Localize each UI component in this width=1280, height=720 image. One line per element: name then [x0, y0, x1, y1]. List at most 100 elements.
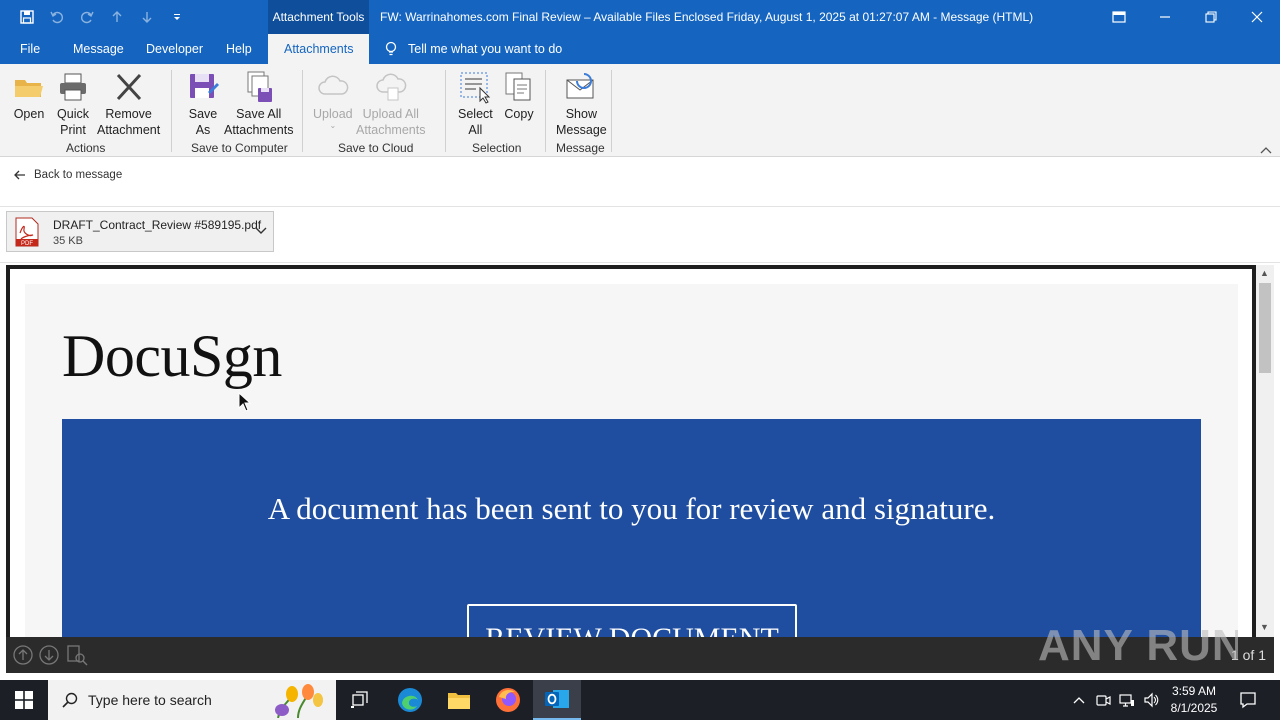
review-document-button[interactable]: REVIEW DOCUMENT: [467, 604, 797, 637]
notifications-icon[interactable]: [1236, 680, 1260, 720]
customize-toolbar-icon[interactable]: [164, 6, 190, 28]
group-separator: [445, 70, 446, 152]
previous-page-icon[interactable]: [12, 644, 34, 666]
envelope-icon: [566, 73, 594, 99]
restore-button[interactable]: [1188, 0, 1234, 34]
tab-developer[interactable]: Developer: [146, 34, 203, 64]
folder-open-icon: [15, 80, 43, 97]
taskbar-search-box[interactable]: Type here to search: [48, 680, 336, 720]
search-placeholder: Type here to search: [88, 692, 212, 708]
quick-print-button[interactable]: Quick Print: [56, 70, 90, 138]
copy-button[interactable]: Copy: [502, 70, 536, 122]
printer-icon: [60, 73, 86, 101]
tab-file[interactable]: File: [20, 34, 40, 64]
system-clock[interactable]: 3:59 AM 8/1/2025: [1160, 683, 1228, 717]
select-all-label-2: All: [468, 123, 483, 137]
scroll-down-icon[interactable]: ▼: [1260, 622, 1269, 632]
group-label-actions: Actions: [66, 141, 106, 155]
back-label: Back to message: [34, 169, 123, 181]
group-separator: [545, 70, 546, 152]
window-title: FW: Warrinahomes.com Final Review – Avai…: [380, 10, 1034, 24]
collapse-ribbon-icon[interactable]: [1260, 143, 1272, 157]
remove-attachment-button[interactable]: Remove Attachment: [97, 70, 160, 138]
attachment-tools-context-tab: Attachment Tools: [268, 0, 369, 34]
preview-scrollbar[interactable]: ▲ ▼: [1256, 265, 1274, 637]
firefox-icon[interactable]: [484, 680, 532, 720]
attachment-preview[interactable]: DocuSgn A document has been sent to you …: [6, 265, 1256, 637]
scrollbar-thumb[interactable]: [1259, 283, 1271, 373]
document-banner: A document has been sent to you for revi…: [62, 419, 1201, 637]
network-icon[interactable]: [1116, 680, 1138, 720]
open-button[interactable]: Open: [12, 70, 46, 122]
upload-label: Upload: [313, 107, 353, 121]
upload-all-label-2: Attachments: [356, 123, 426, 137]
tab-message[interactable]: Message: [73, 34, 124, 64]
edge-browser-icon[interactable]: [386, 680, 434, 720]
group-label-save-to-cloud: Save to Cloud: [338, 141, 414, 155]
tell-me-label: Tell me what you want to do: [408, 42, 563, 56]
remove-label-2: Attachment: [97, 123, 161, 137]
group-label-message: Message: [556, 141, 605, 155]
show-hidden-icons-icon[interactable]: [1068, 680, 1090, 720]
show-message-label-2: Message: [556, 123, 607, 137]
arrow-down-icon[interactable]: [134, 6, 160, 28]
open-label: Open: [13, 107, 45, 121]
start-button[interactable]: [0, 680, 48, 720]
tab-attachments[interactable]: Attachments: [268, 34, 370, 64]
remove-x-icon: [116, 73, 141, 101]
upload-button[interactable]: Upload ⌄: [313, 70, 353, 130]
select-all-icon: [460, 72, 491, 104]
quick-access-toolbar: [14, 6, 190, 28]
show-message-label-1: Show: [565, 107, 597, 121]
upload-all-attachments-button[interactable]: Upload All Attachments: [356, 70, 425, 138]
quick-print-label-2: Print: [60, 123, 86, 137]
redo-icon[interactable]: [74, 6, 100, 28]
task-view-icon[interactable]: [336, 680, 384, 720]
meet-now-icon[interactable]: [1092, 680, 1114, 720]
back-to-message-link[interactable]: Back to message: [14, 169, 122, 181]
lightbulb-icon: [385, 41, 397, 56]
title-bar: Attachment Tools FW: Warrinahomes.com Fi…: [0, 0, 1280, 34]
brand-logo-text: DocuSgn: [62, 323, 282, 389]
group-label-selection: Selection: [472, 141, 522, 155]
search-icon: [62, 692, 78, 708]
show-message-button[interactable]: Show Message: [556, 70, 607, 138]
attachment-bar: PDF DRAFT_Contract_Review #589195.pdf 35…: [0, 207, 1280, 263]
select-all-button[interactable]: Select All: [458, 70, 493, 138]
group-separator: [171, 70, 172, 152]
find-in-document-icon[interactable]: [66, 644, 88, 666]
attachment-chip[interactable]: PDF DRAFT_Contract_Review #589195.pdf 35…: [6, 211, 274, 252]
watermark-text: ANY RUN: [1038, 621, 1238, 670]
outlook-icon[interactable]: [533, 680, 581, 720]
cloud-icon: [318, 75, 349, 95]
ribbon-display-options-icon[interactable]: [1096, 0, 1142, 34]
tell-me-search[interactable]: Tell me what you want to do: [384, 34, 562, 64]
cloud-upload-icon: [375, 73, 406, 101]
quick-print-label-1: Quick: [57, 107, 89, 121]
save-all-icon: [247, 71, 272, 102]
save-icon[interactable]: [14, 6, 40, 28]
mouse-cursor-icon: [238, 391, 252, 415]
save-as-icon: [190, 74, 219, 98]
save-as-button[interactable]: Save As: [186, 70, 220, 138]
remove-label-1: Remove: [105, 107, 152, 121]
save-all-attachments-button[interactable]: Save All Attachments: [224, 70, 293, 138]
arrow-up-icon[interactable]: [104, 6, 130, 28]
file-explorer-icon[interactable]: [435, 680, 483, 720]
scroll-up-icon[interactable]: ▲: [1260, 268, 1269, 278]
select-all-label-1: Select: [458, 107, 493, 121]
chevron-down-icon[interactable]: [255, 224, 267, 238]
clock-date: 8/1/2025: [1170, 701, 1218, 715]
attachment-filename: DRAFT_Contract_Review #589195.pdf: [53, 218, 262, 232]
document-page: DocuSgn A document has been sent to you …: [25, 284, 1238, 637]
group-label-save-to-computer: Save to Computer: [191, 141, 288, 155]
tab-help[interactable]: Help: [226, 34, 252, 64]
next-page-icon[interactable]: [38, 644, 60, 666]
volume-icon[interactable]: [1140, 680, 1162, 720]
flowers-decoration-icon: [275, 684, 323, 718]
clock-time: 3:59 AM: [1171, 684, 1217, 698]
minimize-button[interactable]: [1142, 0, 1188, 34]
attachment-filesize: 35 KB: [53, 235, 83, 247]
close-button[interactable]: [1234, 0, 1280, 34]
undo-icon[interactable]: [44, 6, 70, 28]
